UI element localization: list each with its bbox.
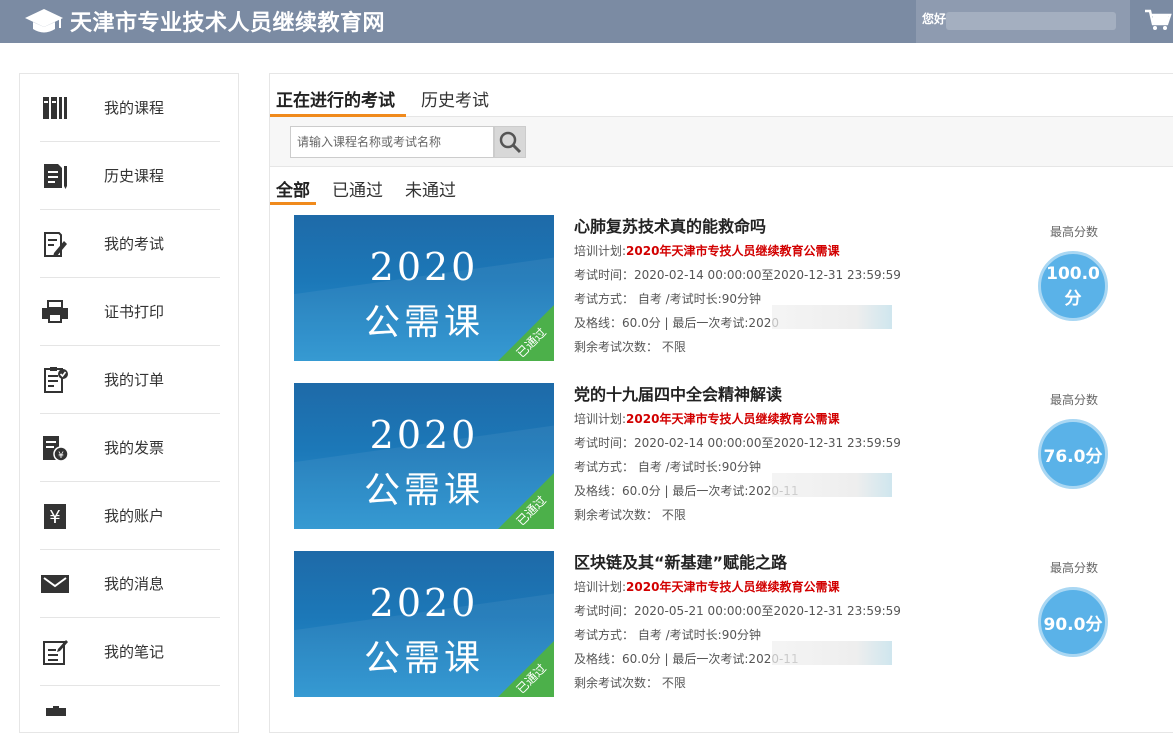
search-bar (270, 117, 1173, 167)
exam-tabs: 正在进行的考试 历史考试 (270, 74, 1173, 117)
sidebar-item-my-courses[interactable]: 我的课程 (40, 74, 220, 142)
site-title: 天津市专业技术人员继续教育网 (70, 11, 386, 36)
exam-pen-icon (44, 231, 67, 257)
search-input[interactable] (290, 126, 494, 158)
sidebar-item-my-orders[interactable]: 我的订单 (40, 346, 220, 414)
exam-info: 心肺复苏技术真的能救命吗 培训计划:2020年天津市专技人员继续教育公需课 考试… (574, 215, 904, 359)
remaining-attempts: 剩余考试次数： 不限 (574, 676, 686, 690)
score-label: 最高分数 (1049, 393, 1098, 407)
sidebar-nav: 我的课程 历史课程 我的考试 证书打印 我的订单 ¥ 我的发票 ¥ 我的账户 我… (19, 73, 239, 733)
passed-badge: 已通过 (498, 641, 554, 697)
redacted-info (772, 641, 892, 665)
sidebar-item-label: 我的发票 (104, 439, 165, 457)
training-plan: 培训计划:2020年天津市专技人员继续教育公需课 (574, 244, 840, 258)
passed-badge: 已通过 (498, 473, 554, 529)
main-content: 正在进行的考试 历史考试 全部 已通过 未通过 2020 公需课 已通过 (269, 73, 1173, 733)
remaining-attempts: 剩余考试次数： 不限 (574, 508, 686, 522)
tab-history-exams[interactable]: 历史考试 (421, 86, 489, 111)
sidebar-item-label: 我的课程 (104, 99, 165, 117)
thumbnail-year: 2020 (369, 413, 479, 457)
exam-card: 2020 公需课 已通过 心肺复苏技术真的能救命吗 培训计划:2020年天津市专… (294, 215, 1173, 361)
sidebar-item-my-notes[interactable]: 我的笔记 (40, 618, 220, 686)
exam-info: 区块链及其“新基建”赋能之路 培训计划:2020年天津市专技人员继续教育公需课 … (574, 551, 904, 695)
exam-time: 考试时间：2020-02-14 00:00:00至2020-12-31 23:5… (574, 436, 901, 450)
settings-icon[interactable] (42, 706, 70, 716)
course-thumbnail[interactable]: 2020 公需课 已通过 (294, 551, 554, 697)
redacted-info (772, 305, 892, 329)
printer-icon (42, 299, 68, 323)
thumbnail-year: 2020 (369, 245, 479, 289)
exam-title[interactable]: 心肺复苏技术真的能救命吗 (574, 215, 904, 239)
search-icon (499, 131, 522, 154)
exam-title[interactable]: 党的十九届四中全会精神解读 (574, 383, 904, 407)
passed-badge: 已通过 (498, 305, 554, 361)
sidebar-item-label: 证书打印 (104, 303, 165, 321)
site-logo[interactable]: 天津市专业技术人员继续教育网 (24, 6, 385, 36)
score-label: 最高分数 (1049, 561, 1098, 575)
sidebar-item-my-account[interactable]: ¥ 我的账户 (40, 482, 220, 550)
clipboard-check-icon (44, 366, 68, 393)
highest-score: 76.0分 (1038, 419, 1108, 489)
exam-card: 2020 公需课 已通过 区块链及其“新基建”赋能之路 培训计划:2020年天津… (294, 551, 1173, 697)
exam-time: 考试时间：2020-02-14 00:00:00至2020-12-31 23:5… (574, 268, 901, 282)
cart-icon[interactable] (1143, 7, 1173, 33)
exam-time: 考试时间：2020-05-21 00:00:00至2020-12-31 23:5… (574, 604, 901, 618)
user-greeting: 您好 (922, 12, 947, 26)
exam-card: 2020 公需课 已通过 党的十九届四中全会精神解读 培训计划:2020年天津市… (294, 383, 1173, 529)
training-plan: 培训计划:2020年天津市专技人员继续教育公需课 (574, 580, 840, 594)
exam-info: 党的十九届四中全会精神解读 培训计划:2020年天津市专技人员继续教育公需课 考… (574, 383, 904, 527)
course-thumbnail[interactable]: 2020 公需课 已通过 (294, 215, 554, 361)
sidebar-item-history-courses[interactable]: 历史课程 (40, 142, 220, 210)
username-redacted (946, 12, 1116, 30)
search-button[interactable] (494, 126, 526, 158)
graduation-cap-icon (25, 9, 63, 33)
filter-all[interactable]: 全部 (276, 176, 310, 201)
sidebar-item-label: 我的账户 (104, 507, 165, 525)
svg-text:¥: ¥ (58, 451, 64, 461)
sidebar-item-my-exams[interactable]: 我的考试 (40, 210, 220, 278)
sidebar-item-certificate-print[interactable]: 证书打印 (40, 278, 220, 346)
svg-text:¥: ¥ (49, 507, 60, 528)
sidebar-item-label: 我的笔记 (104, 643, 165, 661)
score-area: 最高分数 90.0分 (1034, 559, 1114, 669)
top-header: 天津市专业技术人员继续教育网 您好 (0, 0, 1173, 43)
score-area: 最高分数 76.0分 (1034, 391, 1114, 501)
sidebar-item-label: 我的考试 (104, 235, 165, 253)
books-icon (43, 96, 67, 119)
active-filter-indicator (270, 202, 316, 205)
yen-account-icon: ¥ (44, 503, 66, 529)
sidebar-item-label: 历史课程 (104, 167, 165, 185)
filter-passed[interactable]: 已通过 (332, 176, 383, 201)
note-edit-icon (43, 639, 68, 665)
status-filter: 全部 已通过 未通过 (270, 174, 1173, 205)
sidebar-item-my-invoices[interactable]: ¥ 我的发票 (40, 414, 220, 482)
highest-score: 100.0分 (1038, 251, 1108, 321)
filter-failed[interactable]: 未通过 (405, 176, 456, 201)
redacted-info (772, 473, 892, 497)
training-plan: 培训计划:2020年天津市专技人员继续教育公需课 (574, 412, 840, 426)
score-area: 最高分数 100.0分 (1034, 223, 1114, 333)
thumbnail-year: 2020 (369, 581, 479, 625)
remaining-attempts: 剩余考试次数： 不限 (574, 340, 686, 354)
highest-score: 90.0分 (1038, 587, 1108, 657)
invoice-icon: ¥ (43, 435, 69, 462)
sidebar-item-label: 我的消息 (104, 575, 165, 593)
course-thumbnail[interactable]: 2020 公需课 已通过 (294, 383, 554, 529)
sidebar-item-label: 我的订单 (104, 371, 165, 389)
envelope-icon (41, 574, 69, 593)
tab-ongoing-exams[interactable]: 正在进行的考试 (276, 86, 395, 111)
sidebar-item-my-messages[interactable]: 我的消息 (40, 550, 220, 618)
document-pen-icon (44, 163, 67, 189)
score-label: 最高分数 (1049, 225, 1098, 239)
exam-title[interactable]: 区块链及其“新基建”赋能之路 (574, 551, 904, 575)
user-info[interactable]: 您好 (916, 0, 1130, 43)
